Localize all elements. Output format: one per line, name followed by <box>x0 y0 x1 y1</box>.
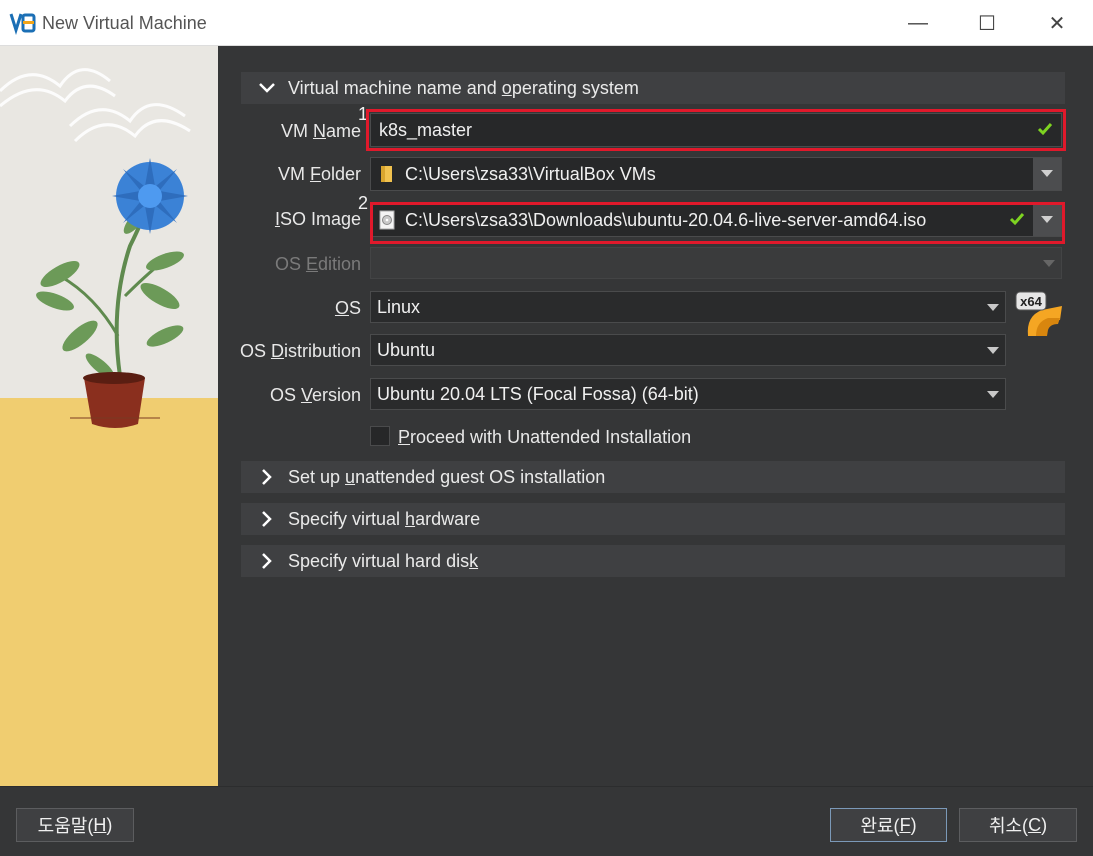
cancel-button[interactable]: 취소(C) <box>959 808 1077 842</box>
title-bar: New Virtual Machine — ☐ ✕ <box>0 0 1093 46</box>
os-distribution-select[interactable]: Ubuntu <box>370 334 1006 366</box>
wizard-content: Virtual machine name and operating syste… <box>218 46 1093 786</box>
os-select[interactable]: Linux <box>370 291 1006 323</box>
section-virtual-hardware[interactable]: Specify virtual hardware <box>241 503 1065 535</box>
os-edition-select <box>370 247 1062 279</box>
os-label: OS <box>334 298 361 318</box>
section-virtual-hardware-label: Specify virtual hardware <box>288 508 481 529</box>
vm-name-label: VM Name <box>280 121 361 141</box>
unattended-installation-checkbox[interactable] <box>370 426 390 446</box>
chevron-down-icon <box>987 304 999 311</box>
vm-folder-selector[interactable]: C:\Users\zsa33\VirtualBox VMs <box>370 157 1062 191</box>
annotation-marker-2: 2 <box>358 193 369 213</box>
os-badge-text: x64 <box>1020 294 1042 309</box>
window-title: New Virtual Machine <box>42 13 207 33</box>
os-value: Linux <box>377 296 421 317</box>
iso-image-label: ISO Image <box>274 209 361 229</box>
highlight-box-iso-image <box>370 202 1065 244</box>
chevron-right-icon <box>256 550 278 572</box>
minimize-button[interactable]: — <box>883 0 953 46</box>
folder-icon <box>379 164 395 184</box>
section-name-and-os-label: Virtual machine name and operating syste… <box>288 77 639 98</box>
vm-folder-dropdown-button[interactable] <box>1033 158 1061 190</box>
chevron-down-icon <box>987 347 999 354</box>
chevron-down-icon <box>256 77 278 99</box>
dialog-footer: 도움말(H) 완료(F) 취소(C) <box>0 786 1093 856</box>
os-edition-label: OS Edition <box>274 254 361 274</box>
os-version-label: OS Version <box>269 385 361 405</box>
chevron-right-icon <box>256 508 278 530</box>
section-virtual-hard-disk-label: Specify virtual hard disk <box>288 550 479 571</box>
os-version-value: Ubuntu 20.04 LTS (Focal Fossa) (64-bit) <box>377 383 699 404</box>
finish-button[interactable]: 완료(F) <box>830 808 947 842</box>
chevron-down-icon <box>1043 260 1055 267</box>
unattended-installation-label[interactable]: Proceed with Unattended Installation <box>398 427 691 448</box>
section-unattended-guest-os[interactable]: Set up unattended guest OS installation <box>241 461 1065 493</box>
os-distribution-value: Ubuntu <box>377 339 436 360</box>
chevron-right-icon <box>256 466 278 488</box>
section-name-and-os[interactable]: Virtual machine name and operating syste… <box>241 72 1065 104</box>
linux-os-x64-icon: x64 <box>1014 290 1066 338</box>
section-virtual-hard-disk[interactable]: Specify virtual hard disk <box>241 545 1065 577</box>
os-distribution-label: OS Distribution <box>239 341 361 361</box>
section-unattended-guest-os-label: Set up unattended guest OS installation <box>288 466 606 487</box>
help-button[interactable]: 도움말(H) <box>16 808 134 842</box>
maximize-button[interactable]: ☐ <box>952 0 1022 46</box>
close-button[interactable]: ✕ <box>1022 0 1092 46</box>
vm-folder-label: VM Folder <box>277 164 361 184</box>
highlight-box-vm-name <box>366 109 1066 151</box>
flower-pot-illustration <box>0 68 191 428</box>
chevron-down-icon <box>987 391 999 398</box>
virtualbox-app-icon <box>9 11 37 36</box>
wizard-illustration <box>0 46 218 786</box>
vm-folder-value: C:\Users\zsa33\VirtualBox VMs <box>405 163 656 184</box>
os-version-select[interactable]: Ubuntu 20.04 LTS (Focal Fossa) (64-bit) <box>370 378 1006 410</box>
